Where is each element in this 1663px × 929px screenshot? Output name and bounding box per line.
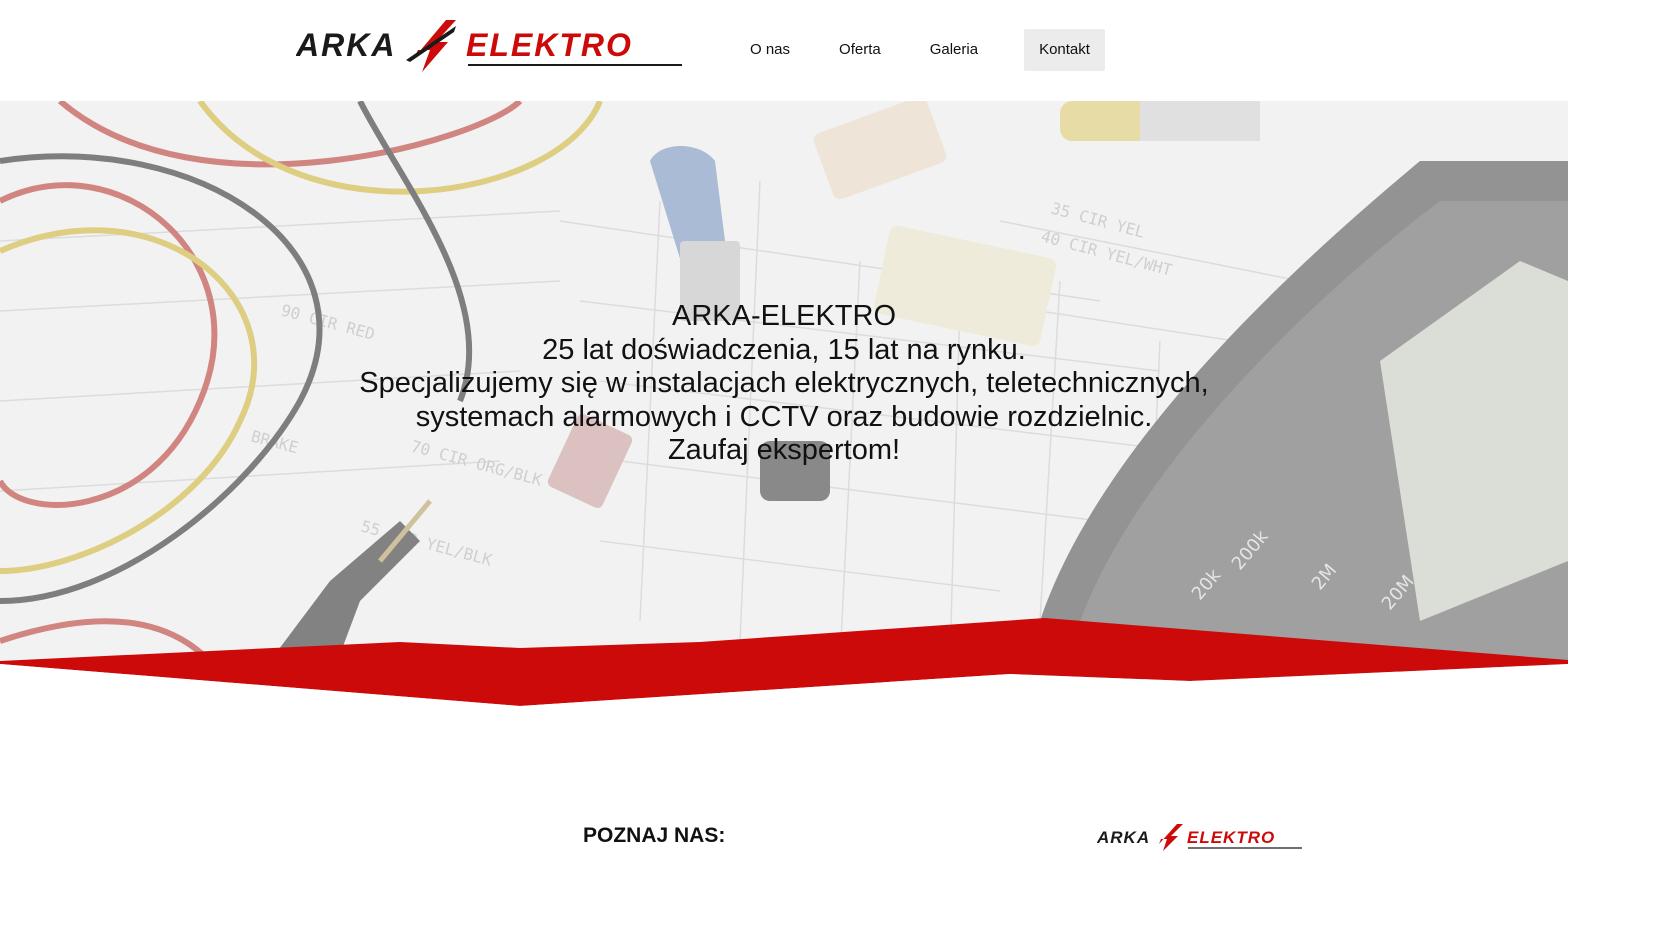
hero-line-specialties: Specjalizujemy się w instalacjach elektr… bbox=[359, 367, 1209, 399]
nav-item-oferta[interactable]: Oferta bbox=[824, 29, 896, 71]
hero-line-company: ARKA-ELEKTRO bbox=[672, 300, 896, 332]
nav-item-o-nas[interactable]: O nas bbox=[735, 29, 805, 71]
svg-text:ARKA: ARKA bbox=[1097, 828, 1150, 847]
lightning-bolt-icon bbox=[1159, 824, 1183, 851]
hero-line-trust: Zaufaj ekspertom! bbox=[667, 434, 901, 466]
logo-text-arka: ARKA bbox=[296, 27, 396, 63]
about-section-title: POZNAJ NAS: bbox=[583, 824, 726, 847]
nav-item-kontakt[interactable]: Kontakt bbox=[1024, 29, 1105, 71]
site-header: ARKA ELEKTRO O nas Oferta Galeria Kontak… bbox=[0, 0, 1568, 101]
arka-elektro-logo[interactable]: ARKA ELEKTRO bbox=[296, 14, 684, 74]
main-nav: O nas Oferta Galeria Kontakt bbox=[735, 29, 1124, 71]
hero-section: 35 CIR YEL 40 CIR YEL/WHT 90 CIR RED 70 … bbox=[0, 101, 1568, 706]
lightning-bolt-icon bbox=[414, 20, 456, 72]
arka-elektro-logo-small: ARKA ELEKTRO bbox=[1097, 824, 1302, 851]
hero-line-experience: 25 lat doświadczenia, 15 lat na rynku. bbox=[542, 333, 1026, 366]
svg-text:ELEKTRO: ELEKTRO bbox=[1187, 828, 1275, 847]
hero-line-systems: systemach alarmowych i CCTV oraz budowie… bbox=[415, 400, 1153, 433]
hero-headline: ARKA-ELEKTRO 25 lat doświadczenia, 15 la… bbox=[0, 300, 1568, 468]
logo-text-elektro: ELEKTRO bbox=[466, 27, 633, 63]
nav-item-galeria[interactable]: Galeria bbox=[915, 29, 993, 71]
